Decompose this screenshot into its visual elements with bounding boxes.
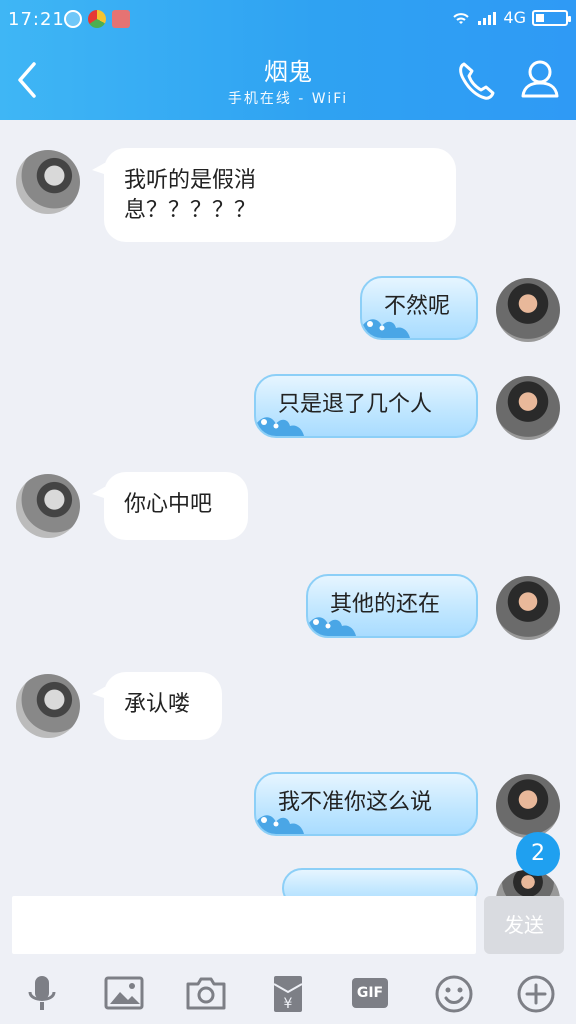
plus-icon	[517, 975, 555, 1013]
qq-notification-icon	[64, 10, 82, 28]
wave-decoration-icon	[256, 815, 304, 834]
message-text: 我听的是假消	[124, 168, 257, 193]
battery-icon	[532, 9, 571, 26]
more-button[interactable]	[514, 972, 558, 1016]
message-text: 承认喽	[124, 692, 191, 717]
message-bubble-received[interactable]: 你心中吧	[92, 472, 248, 540]
mail-notification-icon	[112, 10, 130, 28]
gif-icon: GIF	[352, 978, 388, 1008]
wave-decoration-icon	[256, 417, 304, 436]
camera-icon	[186, 977, 226, 1010]
message-bubble-sent[interactable]: 不然呢	[360, 276, 478, 340]
message-bubble-sent[interactable]: 只是退了几个人	[254, 374, 478, 438]
browser-notification-icon	[88, 10, 106, 28]
contact-avatar[interactable]	[16, 674, 80, 738]
my-avatar[interactable]	[496, 774, 560, 838]
svg-text:¥: ¥	[284, 996, 293, 1012]
image-icon	[104, 976, 144, 1010]
unread-badge[interactable]: 2	[516, 832, 560, 876]
my-avatar[interactable]	[496, 376, 560, 440]
phone-icon	[459, 62, 495, 100]
red-packet-button[interactable]: ¥	[266, 972, 310, 1016]
input-toolbar: ¥ GIF	[0, 960, 576, 1024]
status-right: 4G	[451, 8, 571, 27]
profile-button[interactable]	[514, 56, 566, 104]
wifi-icon	[453, 12, 470, 24]
notification-icons	[64, 10, 130, 28]
status-bar: 17:21 4G	[0, 0, 576, 40]
gif-button[interactable]: GIF	[352, 972, 396, 1016]
signal-icon	[478, 11, 497, 25]
red-packet-icon: ¥	[273, 976, 303, 1012]
message-bubble-sent[interactable]: 我不准你这么说	[254, 772, 478, 836]
emoji-button[interactable]	[432, 972, 476, 1016]
message-bubble-received[interactable]: 承认喽	[92, 672, 222, 740]
image-button[interactable]	[102, 972, 146, 1016]
chat-header: 17:21 4G 烟鬼 手机在线 - WiFi	[0, 0, 576, 120]
message-input[interactable]	[12, 896, 476, 954]
message-bubble-sent[interactable]: 其他的还在	[306, 574, 478, 638]
person-icon	[521, 60, 559, 98]
wave-decoration-icon	[362, 319, 410, 338]
wave-decoration-icon	[308, 617, 356, 636]
network-label: 4G	[503, 8, 526, 27]
message-text: 你心中吧	[124, 492, 213, 517]
voice-button[interactable]	[20, 972, 64, 1016]
microphone-icon	[28, 976, 56, 1010]
emoji-icon	[435, 975, 473, 1013]
message-bubble-received[interactable]: 我听的是假消 息？？？？？	[92, 148, 456, 242]
contact-avatar[interactable]	[16, 474, 80, 538]
send-button[interactable]: 发送	[484, 896, 564, 954]
status-time: 17:21	[8, 9, 65, 30]
call-button[interactable]	[452, 56, 500, 104]
my-avatar[interactable]	[496, 278, 560, 342]
contact-avatar[interactable]	[16, 150, 80, 214]
input-area: 发送	[0, 896, 576, 960]
my-avatar[interactable]	[496, 576, 560, 640]
camera-button[interactable]	[184, 972, 228, 1016]
message-text: 息？？？？？	[124, 198, 257, 223]
